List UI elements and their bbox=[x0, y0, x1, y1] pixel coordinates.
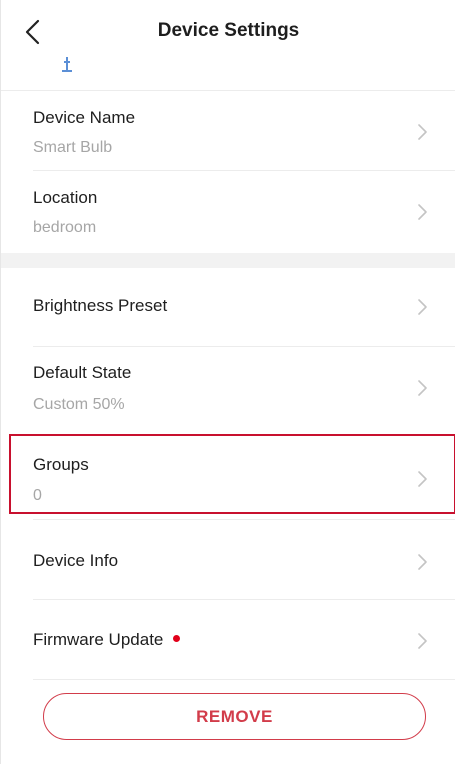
remove-button[interactable]: REMOVE bbox=[43, 693, 426, 740]
device-info-label: Device Info bbox=[33, 551, 119, 570]
chevron-right-icon bbox=[418, 554, 427, 570]
firmware-update-label: Firmware Update bbox=[33, 630, 181, 650]
page-title: Device Settings bbox=[157, 20, 300, 41]
firmware-update-text: Firmware Update bbox=[33, 630, 164, 649]
groups-label: Groups bbox=[33, 455, 89, 474]
chevron-right-icon bbox=[418, 471, 427, 487]
row-divider bbox=[33, 679, 455, 680]
groups-value: 0 bbox=[33, 487, 42, 504]
location-label: Location bbox=[33, 188, 98, 207]
chevron-right-icon bbox=[418, 204, 427, 220]
chevron-right-icon bbox=[418, 299, 427, 315]
groups-row[interactable]: Groups 0 bbox=[1, 436, 455, 520]
firmware-update-row[interactable]: Firmware Update bbox=[1, 600, 455, 680]
device-name-row[interactable]: Device Name Smart Bulb bbox=[1, 91, 455, 171]
brightness-preset-row[interactable]: Brightness Preset bbox=[1, 268, 455, 347]
device-settings-screen: Device Settings Device Name Smart Bulb L… bbox=[0, 0, 455, 764]
header: Device Settings bbox=[1, 0, 455, 91]
brightness-preset-label: Brightness Preset bbox=[33, 296, 168, 315]
device-name-value: Smart Bulb bbox=[33, 139, 113, 156]
chevron-right-icon bbox=[418, 380, 427, 396]
location-row[interactable]: Location bedroom bbox=[1, 171, 455, 253]
device-name-label: Device Name bbox=[33, 108, 136, 127]
section-separator bbox=[1, 253, 455, 268]
default-state-label: Default State bbox=[33, 363, 132, 382]
default-state-row[interactable]: Default State Custom 50% bbox=[1, 347, 455, 432]
location-value: bedroom bbox=[33, 219, 97, 236]
update-badge bbox=[173, 635, 181, 643]
chevron-right-icon bbox=[418, 124, 427, 140]
plug-icon bbox=[59, 56, 75, 74]
default-state-value: Custom 50% bbox=[33, 396, 125, 413]
chevron-right-icon bbox=[418, 633, 427, 649]
device-info-row[interactable]: Device Info bbox=[1, 520, 455, 600]
